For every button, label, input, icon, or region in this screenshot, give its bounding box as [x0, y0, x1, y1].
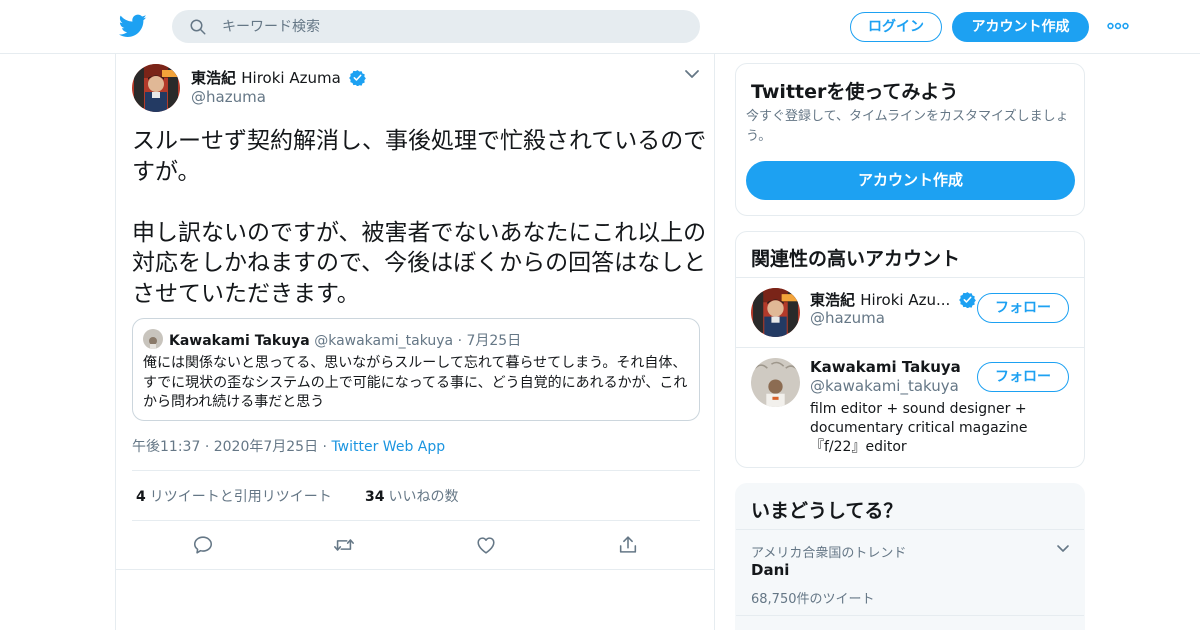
avatar[interactable] — [751, 288, 800, 337]
author-name[interactable]: 東浩紀 Hiroki Azuma — [191, 67, 366, 88]
card-title: 関連性の高いアカウント — [751, 248, 961, 270]
search-bar[interactable] — [172, 10, 700, 43]
trend-tweet-count: 68,750件のツイート — [751, 592, 875, 607]
avatar[interactable] — [132, 64, 180, 112]
verified-icon — [349, 70, 366, 86]
reply-icon[interactable] — [192, 534, 214, 556]
retweets-stat[interactable]: 4 リツイートと引用リツイート — [136, 486, 332, 506]
signup-prompt-description: 今すぐ登録して、タイムラインをカスタマイズしましょう。 — [746, 109, 1069, 144]
more-icon[interactable] — [1107, 18, 1129, 34]
follow-button[interactable]: フォロー — [977, 293, 1069, 323]
author-handle[interactable]: @hazuma — [191, 88, 266, 106]
account-handle[interactable]: @kawakami_takuya — [810, 377, 959, 395]
quote-author-handle: @kawakami_takuya — [314, 333, 454, 349]
signup-button[interactable]: アカウント作成 — [952, 12, 1089, 42]
retweets-count: 4 — [136, 489, 146, 505]
quote-text: 俺には関係ないと思ってる、思いながらスルーして忘れて暮らせてしまう。それ自体、す… — [143, 355, 688, 410]
trends-card: いまどうしてる？ アメリカ合衆国のトレンド Dani 68,750件のツイート — [735, 483, 1085, 630]
top-navigation-bar: ログイン アカウント作成 — [0, 0, 1200, 54]
tweet-time[interactable]: 午後11:37 — [132, 439, 200, 455]
retweets-label: リツイートと引用リツイート — [149, 489, 332, 505]
tweet-source-app[interactable]: Twitter Web App — [331, 439, 445, 455]
divider — [736, 347, 1084, 348]
account-name-latin: Hiroki Azu... — [860, 291, 951, 309]
account-name-jp: 東浩紀 — [810, 291, 856, 309]
meta-separator: · — [322, 439, 327, 455]
chevron-down-icon[interactable] — [684, 68, 700, 80]
divider — [736, 615, 1084, 616]
verified-icon — [958, 292, 976, 308]
quote-author-name: Kawakami Takuya — [169, 333, 310, 349]
author-name-jp: 東浩紀 — [191, 69, 237, 87]
account-name[interactable]: 東浩紀 Hiroki Azu... — [810, 289, 976, 310]
login-button[interactable]: ログイン — [850, 12, 942, 42]
tweet-date[interactable]: 2020年7月25日 — [214, 439, 318, 455]
tweet-detail-column: 東浩紀 Hiroki Azuma @hazuma スルーせず契約解消し、事後処理… — [115, 54, 715, 630]
search-icon — [190, 19, 206, 35]
twitter-logo-icon[interactable] — [119, 12, 147, 40]
signup-prompt-card: Twitterを使ってみよう 今すぐ登録して、タイムラインをカスタマイズしましょ… — [735, 63, 1085, 216]
likes-label: いいねの数 — [388, 489, 459, 505]
like-icon[interactable] — [475, 534, 497, 556]
create-account-button[interactable]: アカウント作成 — [746, 161, 1075, 200]
quote-header: Kawakami Takuya @kawakami_takuya · 7月25日 — [169, 330, 521, 350]
quote-separator: · — [457, 333, 463, 349]
card-title: いまどうしてる？ — [751, 500, 903, 522]
likes-stat[interactable]: 34 いいねの数 — [365, 486, 458, 506]
trend-name[interactable]: Dani — [751, 561, 789, 579]
chevron-down-icon[interactable] — [1056, 544, 1070, 554]
divider — [736, 529, 1084, 530]
trend-context: アメリカ合衆国のトレンド — [751, 546, 907, 561]
card-title: Twitterを使ってみよう — [751, 81, 959, 103]
meta-separator: · — [204, 439, 210, 455]
account-bio: film editor + sound designer + documenta… — [810, 401, 1028, 455]
related-accounts-card: 関連性の高いアカウント 東浩紀 Hiroki Azu... @hazuma フォ… — [735, 231, 1085, 468]
author-name-latin: Hiroki Azuma — [241, 69, 341, 87]
account-name[interactable]: Kawakami Takuya — [810, 358, 961, 376]
follow-button[interactable]: フォロー — [977, 362, 1069, 392]
quote-avatar — [143, 329, 163, 349]
quote-date: 7月25日 — [466, 333, 522, 349]
likes-count: 34 — [365, 489, 385, 505]
divider — [116, 569, 714, 570]
tweet-text: スルーせず契約解消し、事後処理で忙殺されているのですが。 申し訳ないのですが、被… — [132, 128, 707, 307]
quoted-tweet[interactable]: Kawakami Takuya @kawakami_takuya · 7月25日… — [132, 318, 700, 421]
search-input[interactable] — [222, 10, 682, 43]
avatar[interactable] — [751, 358, 800, 407]
divider — [736, 277, 1084, 278]
retweet-icon[interactable] — [333, 534, 355, 556]
tweet-metadata: 午後11:37 · 2020年7月25日 · Twitter Web App — [132, 436, 445, 456]
share-icon[interactable] — [617, 534, 639, 556]
account-handle[interactable]: @hazuma — [810, 309, 885, 327]
tweet-stats: 4 リツイートと引用リツイート 34 いいねの数 — [132, 470, 700, 521]
